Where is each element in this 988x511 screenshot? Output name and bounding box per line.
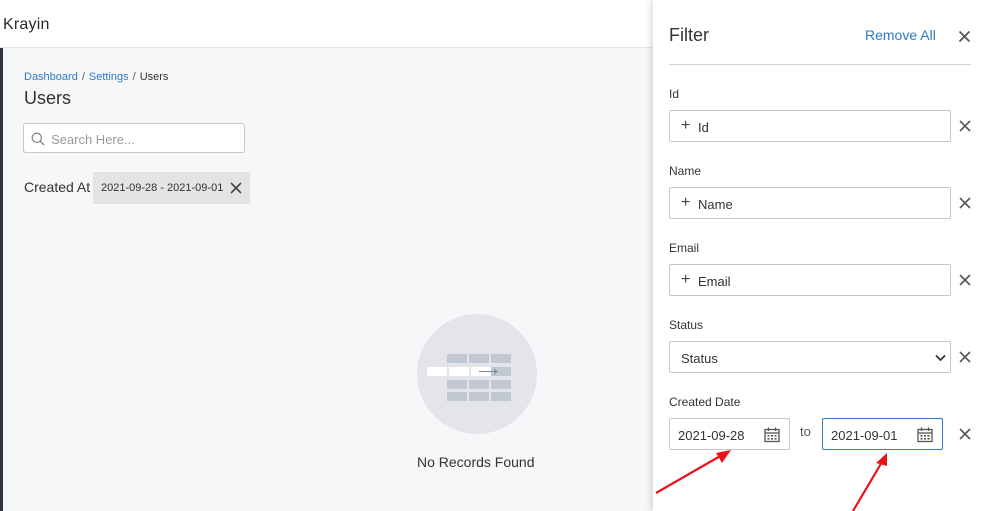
- plus-icon: +: [681, 271, 691, 288]
- add-id-text: Id: [698, 120, 709, 135]
- search-input[interactable]: [49, 129, 241, 149]
- remove-all-button[interactable]: Remove All: [865, 27, 936, 43]
- status-label: Status: [669, 318, 704, 332]
- date-range-separator: to: [800, 424, 811, 439]
- breadcrumb-dashboard[interactable]: Dashboard: [24, 71, 78, 83]
- applied-filter-label: Created At: [24, 179, 91, 195]
- page-title: Users: [24, 88, 72, 108]
- search-icon: [31, 132, 45, 146]
- add-email-text: Email: [698, 274, 731, 289]
- panel-divider: [669, 64, 971, 65]
- close-panel-icon[interactable]: [958, 30, 971, 43]
- status-select[interactable]: Status: [669, 341, 951, 373]
- breadcrumb-current: Users: [139, 71, 169, 83]
- calendar-icon[interactable]: [917, 427, 933, 443]
- plus-icon: +: [681, 194, 691, 211]
- filter-chip: 2021-09-28 - 2021-09-01: [93, 172, 250, 204]
- filter-title: Filter: [669, 25, 709, 45]
- plus-icon: +: [681, 117, 691, 134]
- main-content: [0, 48, 653, 511]
- breadcrumb: Dashboard / Settings / Users: [24, 71, 168, 83]
- email-label: Email: [669, 241, 700, 255]
- date-from-input[interactable]: 2021-09-28: [669, 418, 790, 450]
- sidebar-edge: [0, 48, 3, 511]
- add-name-filter-button[interactable]: + Name: [669, 187, 951, 219]
- filter-panel: Filter Remove All Id + Id Name + Name Em…: [653, 0, 988, 511]
- status-selected-value: Status: [681, 351, 718, 366]
- created-date-label: Created Date: [669, 395, 741, 409]
- id-label: Id: [669, 87, 680, 101]
- close-icon[interactable]: [229, 181, 243, 195]
- breadcrumb-settings[interactable]: Settings: [89, 71, 129, 83]
- brand-logo[interactable]: Krayin: [3, 16, 50, 34]
- add-id-filter-button[interactable]: + Id: [669, 110, 951, 142]
- clear-name-icon[interactable]: [959, 197, 971, 209]
- clear-status-icon[interactable]: [959, 351, 971, 363]
- date-to-value: 2021-09-01: [831, 428, 898, 443]
- date-from-value: 2021-09-28: [678, 428, 745, 443]
- clear-created-date-icon[interactable]: [959, 428, 971, 440]
- empty-state-message: No Records Found: [417, 454, 535, 470]
- breadcrumb-separator: /: [81, 71, 85, 83]
- date-to-input[interactable]: 2021-09-01: [822, 418, 943, 450]
- chevron-down-icon: [935, 354, 946, 362]
- add-email-filter-button[interactable]: + Email: [669, 264, 951, 296]
- breadcrumb-separator: /: [132, 71, 136, 83]
- clear-id-icon[interactable]: [959, 120, 971, 132]
- filter-chip-value: 2021-09-28 - 2021-09-01: [101, 182, 224, 194]
- clear-email-icon[interactable]: [959, 274, 971, 286]
- calendar-icon[interactable]: [764, 427, 780, 443]
- table-icon: [427, 354, 511, 401]
- search-box[interactable]: [23, 123, 245, 153]
- name-label: Name: [669, 164, 702, 178]
- empty-state-illustration: [417, 314, 537, 434]
- add-name-text: Name: [698, 197, 733, 212]
